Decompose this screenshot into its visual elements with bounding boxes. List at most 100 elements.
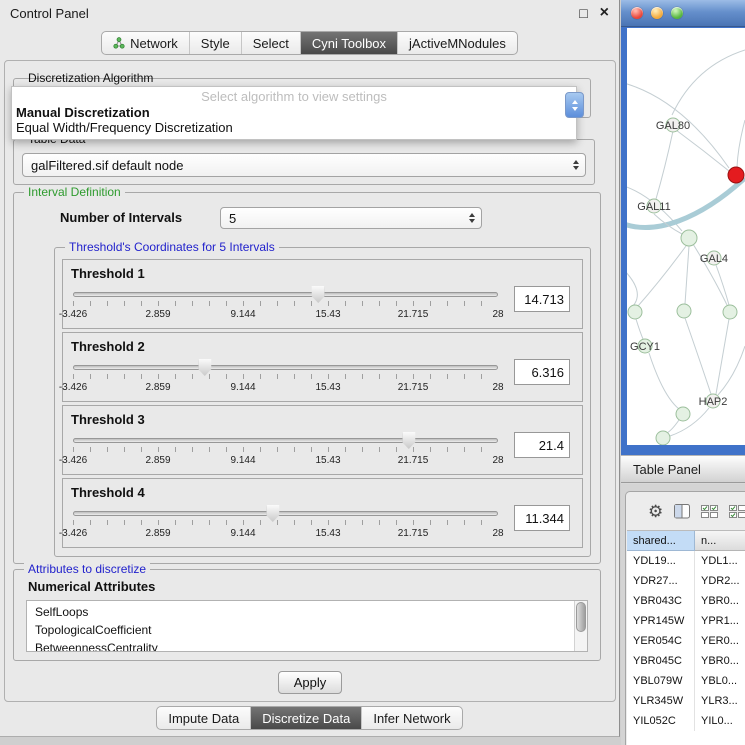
threshold-slider[interactable]: -3.4262.8599.14415.4321.71528 [73,357,498,399]
tab-label: Impute Data [168,711,239,726]
cell-name: YLR3... [695,691,745,711]
cell-shared-name: YPR145W [627,611,695,631]
network-node[interactable] [728,167,744,183]
network-edge[interactable] [667,420,679,433]
table-panel-toolbar: ⚙ [626,492,745,530]
threshold-slider[interactable]: -3.4262.8599.14415.4321.71528 [73,430,498,472]
list-scrollbar[interactable] [574,601,587,651]
network-edge[interactable] [636,319,643,339]
bottom-tab-discretize-data[interactable]: Discretize Data [250,707,361,729]
thresholds-group-title: Threshold's Coordinates for 5 Intervals [65,240,279,255]
threshold-slider[interactable]: -3.4262.8599.14415.4321.71528 [73,284,498,326]
table-row[interactable]: YPR145WYPR1... [627,611,745,631]
attribute-list-item[interactable]: SelfLoops [27,603,587,621]
tab-cyni-toolbox[interactable]: Cyni Toolbox [300,32,397,54]
network-edge[interactable] [649,353,679,409]
scale-tick-label: 9.144 [230,528,255,539]
cell-shared-name: YDL19... [627,551,695,571]
select-all-checkboxes-icon[interactable] [701,505,718,518]
table-row[interactable]: YER054CYER0... [627,631,745,651]
threshold-value-input[interactable] [514,505,570,531]
toggle-checkboxes-icon[interactable] [729,505,745,518]
network-node[interactable] [681,230,697,246]
threshold-panel-3: Threshold 3-3.4262.8599.14415.4321.71528 [62,405,583,475]
tab-network[interactable]: Network [102,32,189,54]
tab-label: Cyni Toolbox [312,36,386,51]
slider-track [73,365,498,370]
network-canvas-svg[interactable]: GAL80GAL11GAL4GCY1HAP2 [627,28,745,445]
algorithm-option[interactable]: Equal Width/Frequency Discretization [12,120,576,135]
combo-stepper-icon [469,208,475,228]
close-window-icon[interactable]: × [600,6,609,20]
zoom-traffic-light[interactable] [671,7,683,19]
network-edge[interactable] [685,318,711,394]
control-panel-titlebar: Control Panel □ × [0,0,619,26]
slider-tick-marks [73,520,498,525]
threshold-label: Threshold 2 [71,339,574,354]
network-edge[interactable] [685,246,689,304]
node-table: shared... n... YDL19...YDL1...YDR27...YD… [627,530,745,745]
network-edge[interactable] [718,346,745,395]
control-panel-title: Control Panel [10,6,567,21]
scale-tick-label: 2.859 [145,382,170,393]
column-header-name[interactable]: n... [695,531,745,551]
table-row[interactable]: YBR045CYBR0... [627,651,745,671]
algorithm-combo-stepper[interactable] [565,92,584,118]
tab-select[interactable]: Select [241,32,300,54]
scale-tick-label: 2.859 [145,309,170,320]
float-window-icon[interactable]: □ [579,6,587,20]
interval-definition-title: Interval Definition [24,185,125,200]
minimize-traffic-light[interactable] [651,7,663,19]
table-data-combo[interactable]: galFiltered.sif default node [22,153,586,177]
control-panel-body: Discretization Algorithm Select algorith… [4,60,616,702]
network-edge[interactable] [627,270,637,306]
scrollbar-thumb[interactable] [576,602,586,632]
algorithm-placeholder-option[interactable]: Select algorithm to view settings [12,89,576,105]
scale-tick-label: 9.144 [230,455,255,466]
column-header-shared-name[interactable]: shared... [627,531,695,551]
threshold-slider[interactable]: -3.4262.8599.14415.4321.71528 [73,503,498,545]
tab-label: Discretize Data [262,711,350,726]
tab-jactivemnodules[interactable]: jActiveMNodules [397,32,517,54]
desktop: Control Panel □ × Network StyleSelect Cyni… [0,0,745,745]
table-row[interactable]: YDR27...YDR2... [627,571,745,591]
attribute-list-item[interactable]: TopologicalCoefficient [27,621,587,639]
cell-shared-name: YLR345W [627,691,695,711]
network-node[interactable] [723,305,737,319]
network-edge[interactable] [737,120,745,167]
table-row[interactable]: YBL079WYBL0... [627,671,745,691]
threshold-value-input[interactable] [514,359,570,385]
network-node[interactable] [677,304,691,318]
table-row[interactable]: YBR043CYBR0... [627,591,745,611]
threshold-value-input[interactable] [514,286,570,312]
table-row[interactable]: YIL052CYIL0... [627,711,745,731]
network-edge[interactable] [638,246,686,306]
table-row[interactable]: YDL19...YDL1... [627,551,745,571]
columns-icon[interactable] [674,504,690,519]
apply-button[interactable]: Apply [278,671,342,694]
close-traffic-light[interactable] [631,7,643,19]
algorithm-option[interactable]: Manual Discretization [12,105,576,120]
attribute-list-item[interactable]: BetweennessCentrality [27,639,587,652]
table-row[interactable]: YLR345WYLR3... [627,691,745,711]
threshold-value-input[interactable] [514,432,570,458]
scale-tick-label: 15.43 [315,528,340,539]
number-of-intervals-combo[interactable]: 5 [220,207,482,229]
stepper-down-icon [572,107,578,111]
network-edge[interactable] [656,131,673,199]
network-node[interactable] [676,407,690,421]
tab-label: Network [130,36,178,51]
gear-icon[interactable]: ⚙ [648,503,663,520]
bottom-tab-impute-data[interactable]: Impute Data [157,707,250,729]
network-node[interactable] [628,305,642,319]
network-node[interactable] [656,431,670,445]
bottom-tab-infer-network[interactable]: Infer Network [361,707,461,729]
tab-style[interactable]: Style [189,32,241,54]
network-edge[interactable] [716,265,729,305]
scale-tick-label: -3.426 [59,455,87,466]
network-edge[interactable] [672,50,745,115]
cell-shared-name: YBL079W [627,671,695,691]
network-edge[interactable] [676,130,729,171]
tab-label: Infer Network [373,711,450,726]
network-canvas[interactable]: GAL80GAL11GAL4GCY1HAP2 [627,28,745,445]
